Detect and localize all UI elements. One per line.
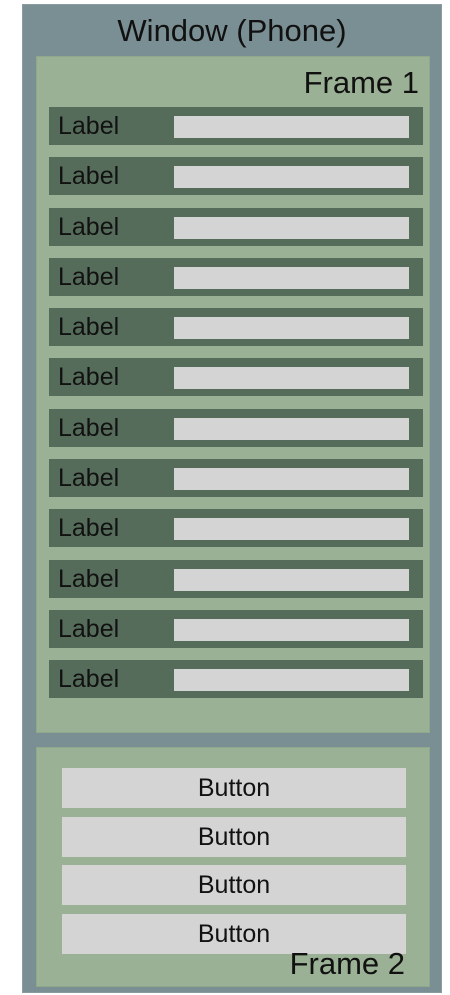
form-row: Label: [49, 157, 423, 196]
row-text-field[interactable]: [174, 116, 409, 138]
form-row: Label: [49, 257, 423, 296]
frame-1: Frame 1 Label Label Label Label Label La…: [36, 56, 430, 733]
form-row: Label: [49, 408, 423, 447]
row-label: Label: [58, 212, 120, 241]
row-text-field[interactable]: [174, 367, 409, 390]
row-text-field[interactable]: [174, 568, 409, 591]
form-row: Label: [49, 459, 423, 498]
row-text-field[interactable]: [174, 468, 409, 491]
row-label: Label: [58, 313, 120, 342]
frame-2: Button Button Button Button Frame 2: [36, 747, 430, 987]
window-title: Window (Phone): [117, 13, 347, 48]
form-row: Label: [49, 509, 423, 548]
button-2[interactable]: Button: [62, 817, 406, 857]
row-label: Label: [58, 514, 120, 543]
row-label: Label: [58, 262, 120, 291]
row-text-field[interactable]: [174, 669, 409, 692]
row-text-field[interactable]: [174, 317, 409, 340]
row-label: Label: [58, 112, 120, 140]
row-label: Label: [58, 614, 120, 643]
row-label: Label: [58, 363, 120, 392]
row-text-field[interactable]: [174, 417, 409, 440]
row-text-field[interactable]: [174, 518, 409, 541]
form-row: Label: [49, 660, 423, 699]
form-row: Label: [49, 609, 423, 648]
row-text-field[interactable]: [174, 166, 409, 189]
form-row: Label: [49, 107, 423, 145]
row-text-field[interactable]: [174, 216, 409, 239]
row-label: Label: [58, 464, 120, 493]
button-3[interactable]: Button: [62, 865, 406, 905]
form-row: Label: [49, 308, 423, 347]
row-text-field[interactable]: [174, 618, 409, 641]
form-row: Label: [49, 358, 423, 397]
form-row: Label: [49, 207, 423, 246]
label-field-list: Label Label Label Label Label Label Labe…: [49, 107, 423, 711]
row-label: Label: [58, 564, 120, 593]
phone-window: Window (Phone) Frame 1 Label Label Label…: [22, 4, 442, 993]
button-1[interactable]: Button: [62, 768, 406, 808]
row-label: Label: [58, 413, 120, 442]
row-label: Label: [58, 162, 120, 191]
frame-1-title: Frame 1: [303, 65, 419, 100]
row-label: Label: [58, 665, 120, 694]
row-text-field[interactable]: [174, 266, 409, 289]
frame-2-title: Frame 2: [289, 946, 405, 981]
form-row: Label: [49, 559, 423, 598]
